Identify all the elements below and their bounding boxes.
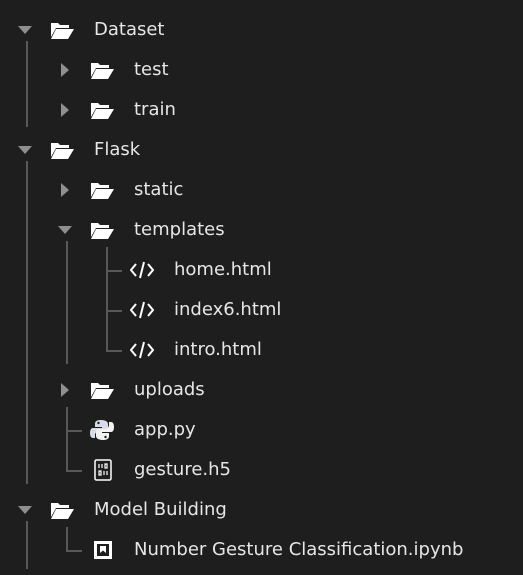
tree-item-label: test [134, 59, 169, 80]
tree-item-static[interactable]: static [0, 170, 523, 210]
tree-item-intro-html[interactable]: intro.html [0, 330, 523, 370]
tree-item-label: static [134, 179, 184, 200]
tree-item-label: templates [134, 219, 225, 240]
tree-item-label: app.py [134, 419, 196, 440]
chevron-down-icon[interactable] [18, 10, 34, 50]
code-icon [130, 341, 154, 359]
tree-item-label: home.html [174, 259, 272, 280]
notebook-icon [94, 541, 112, 559]
chevron-right-icon[interactable] [58, 370, 74, 410]
tree-item-app-py[interactable]: app.py [0, 410, 523, 450]
tree-item-home-html[interactable]: home.html [0, 250, 523, 290]
tree-item-label: train [134, 99, 176, 120]
tree-item-gesture-h5[interactable]: gesture.h5 [0, 450, 523, 490]
code-icon [130, 301, 154, 319]
tree-item-label: index6.html [174, 299, 282, 320]
chevron-down-icon[interactable] [18, 130, 34, 170]
folder-open-icon [91, 383, 114, 399]
folder-open-icon [91, 103, 114, 119]
tree-item-dataset[interactable]: Dataset [0, 10, 523, 50]
tree-item-label: gesture.h5 [134, 459, 232, 480]
tree-item-model-building[interactable]: Model Building [0, 490, 523, 530]
code-icon [130, 261, 154, 279]
tree-item-label: uploads [134, 379, 205, 400]
folder-open-icon [91, 63, 114, 79]
chevron-right-icon[interactable] [58, 90, 74, 130]
folder-open-icon [91, 223, 114, 239]
tree-item-label: Model Building [94, 499, 227, 520]
chevron-right-icon[interactable] [58, 170, 74, 210]
tree-item-templates[interactable]: templates [0, 210, 523, 250]
tree-item-label: Dataset [94, 19, 165, 40]
tree-item-number-gesture-notebook[interactable]: Number Gesture Classification.ipynb [0, 530, 523, 570]
chevron-down-icon[interactable] [58, 210, 74, 250]
folder-open-icon [51, 143, 74, 159]
tree-item-label: intro.html [174, 339, 262, 360]
file-explorer-tree: Dataset test train Flask static template… [0, 0, 523, 575]
chevron-right-icon[interactable] [58, 50, 74, 90]
tree-item-train[interactable]: train [0, 90, 523, 130]
tree-item-flask[interactable]: Flask [0, 130, 523, 170]
chevron-down-icon[interactable] [18, 490, 34, 530]
tree-item-uploads[interactable]: uploads [0, 370, 523, 410]
tree-item-test[interactable]: test [0, 50, 523, 90]
folder-open-icon [91, 183, 114, 199]
tree-item-label: Flask [94, 139, 141, 160]
folder-open-icon [51, 503, 74, 519]
binary-file-icon [94, 459, 112, 481]
folder-open-icon [51, 23, 74, 39]
python-icon [90, 420, 114, 440]
tree-item-index6-html[interactable]: index6.html [0, 290, 523, 330]
tree-item-label: Number Gesture Classification.ipynb [134, 539, 464, 560]
